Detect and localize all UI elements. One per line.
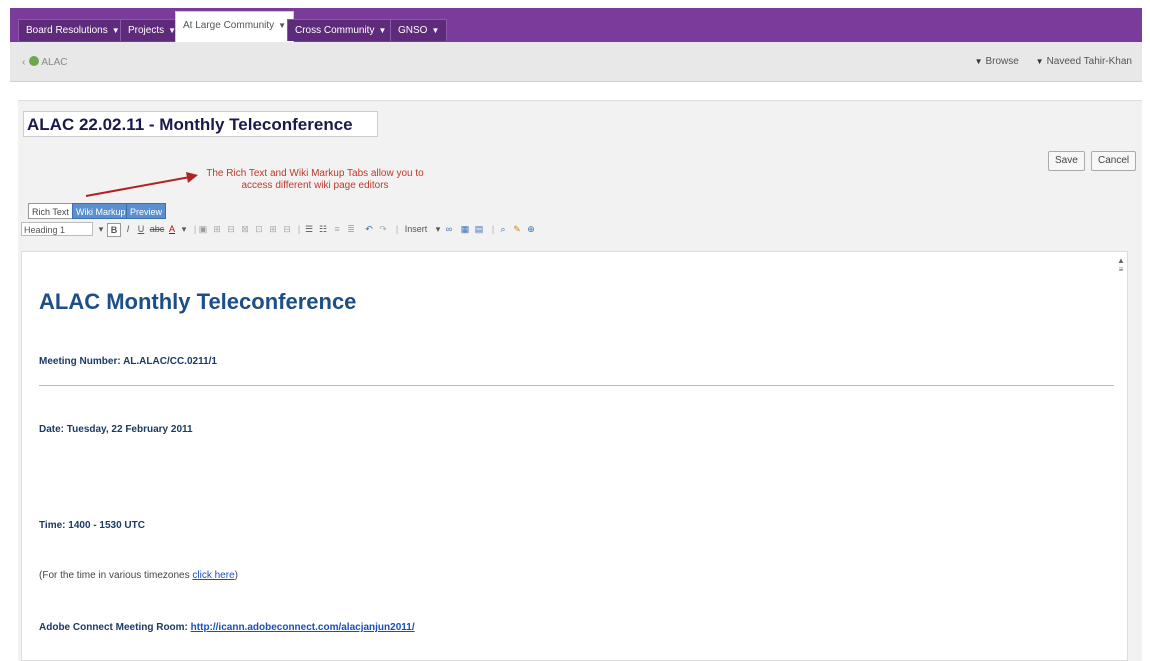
header-links: ▼ Browse ▼ Naveed Tahir-Khan [961,56,1132,67]
tab-cross-community[interactable]: Cross Community ▼ [287,19,395,41]
annotation-arrow-icon [85,172,198,197]
chevron-down-icon: ▼ [278,21,287,30]
back-arrow-icon[interactable]: ‹ [22,57,25,68]
timezone-note: (For the time in various timezones click… [39,570,238,581]
image-icon[interactable]: ▣ [197,223,209,235]
browse-label: Browse [985,56,1019,67]
undo-icon[interactable]: ↶ [363,223,375,235]
indent-icon[interactable]: ≣ [345,223,357,235]
chevron-down-icon[interactable]: ▾ [95,223,107,235]
tab-rich-text[interactable]: Rich Text [28,203,73,219]
horizontal-rule [39,385,1114,386]
date-text: Date: Tuesday, 22 February 2011 [39,424,193,435]
chevron-down-icon: ▼ [111,26,120,35]
content-heading: ALAC Monthly Teleconference [39,289,357,314]
text-color-icon[interactable]: A [166,223,178,235]
split-cells-icon[interactable]: ⊞ [267,223,279,235]
table-col-icon[interactable]: ⊠ [239,223,251,235]
heading-style-select[interactable]: Heading 1 [21,222,93,236]
editor-toolbar: Heading 1 ▾ B I U abc A ▾ | ▣ ⊞ ⊟ ⊠ ⊡ ⊞ … [21,221,1139,239]
tab-label: Cross Community [295,25,375,36]
breadcrumb[interactable]: ‹ ALAC [22,56,67,68]
timezone-suffix: ) [234,570,238,581]
delete-table-icon[interactable]: ⊟ [281,223,293,235]
outdent-icon[interactable]: ≡ [331,223,343,235]
underline-icon[interactable]: U [135,223,147,235]
chevron-down-icon: ▼ [431,26,440,35]
tab-preview[interactable]: Preview [126,203,167,219]
top-navigation: Board Resolutions ▼ Projects ▼ At Large Co… [10,8,1142,42]
fullscreen-icon[interactable]: ⊕ [525,223,537,235]
adobe-connect-link[interactable]: http://icann.adobeconnect.com/alacjanjun… [191,622,415,633]
adobe-connect-line: Adobe Connect Meeting Room: http://icann… [39,622,415,633]
time-text: Time: 1400 - 1530 UTC [39,520,145,531]
breadcrumb-bar: ‹ ALAC ▼ Browse ▼ Naveed Tahir-Khan [10,42,1142,82]
table-row-icon[interactable]: ⊟ [225,223,237,235]
page-title-input[interactable]: ALAC 22.02.11 - Monthly Teleconference [23,111,378,137]
meeting-number-text: Meeting Number: AL.ALAC/CC.0211/1 [39,356,217,367]
timezone-prefix: (For the time in various timezones [39,570,193,581]
save-button[interactable]: Save [1048,151,1085,171]
bold-icon[interactable]: B [107,223,121,237]
triangle-down-icon: ▼ [974,57,983,66]
numbered-list-icon[interactable]: ☷ [317,223,329,235]
tab-at-large-community[interactable]: At Large Community ▼ [175,11,295,42]
tab-board-resolutions[interactable]: Board Resolutions ▼ [18,19,128,41]
find-replace-icon[interactable]: ⌕ [497,223,509,235]
rich-text-editor[interactable]: ▲ ≡ ALAC Monthly Teleconference Meeting N… [21,251,1128,661]
user-menu[interactable]: ▼ Naveed Tahir-Khan [1036,56,1132,67]
redo-icon[interactable]: ↷ [377,223,389,235]
tab-gnso[interactable]: GNSO ▼ [390,19,448,41]
help-icon[interactable]: ✎ [511,223,523,235]
link-icon[interactable]: ∞ [443,223,455,235]
strikethrough-icon[interactable]: abc [149,223,165,235]
edit-page-area: ALAC 22.02.11 - Monthly Teleconference S… [18,100,1142,661]
cancel-button[interactable]: Cancel [1091,151,1137,171]
globe-icon [29,56,40,66]
insert-macro-icon[interactable]: ▤ [473,223,485,235]
table-icon[interactable]: ⊞ [211,223,223,235]
breadcrumb-space-label[interactable]: ALAC [41,57,67,68]
browse-menu[interactable]: ▼ Browse [975,56,1019,67]
user-name: Naveed Tahir-Khan [1046,56,1132,67]
italic-icon[interactable]: I [122,223,134,235]
timezone-link[interactable]: click here [192,570,234,581]
insert-image-icon[interactable]: ▦ [459,223,471,235]
insert-menu[interactable]: Insert [401,223,431,235]
tab-label: Projects [128,25,165,36]
bullet-list-icon[interactable]: ☰ [303,223,315,235]
tab-wiki-markup[interactable]: Wiki Markup [72,203,130,219]
triangle-down-icon: ▼ [1035,57,1044,66]
merge-cells-icon[interactable]: ⊡ [253,223,265,235]
chevron-down-icon: ▼ [378,26,387,35]
adobe-connect-label: Adobe Connect Meeting Room: [39,622,191,633]
annotation-callout: The Rich Text and Wiki Markup Tabs allow… [206,168,424,191]
tab-label: Board Resolutions [26,25,108,36]
tab-label: At Large Community [183,20,275,31]
editor-scrollbar[interactable]: ▲ ≡ [1117,256,1125,274]
tab-label: GNSO [398,25,428,36]
